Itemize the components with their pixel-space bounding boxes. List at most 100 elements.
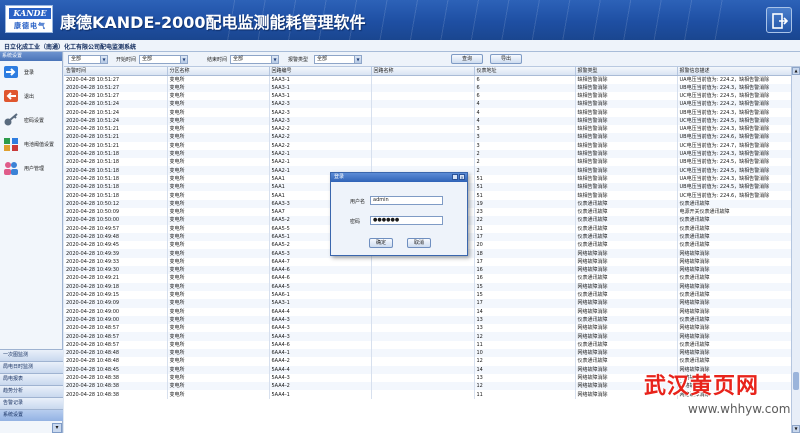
table-row[interactable]: 2020-04-28 10:49:00 变电所 6AA4-4 14 网络故障消除 网络故障…: [64, 307, 791, 316]
nav-item-realtime[interactable]: 局电日时监测: [0, 361, 63, 373]
table-cell: 缺相告警消除: [575, 149, 678, 159]
exit-button[interactable]: [766, 7, 792, 33]
table-cell: 2020-04-28 10:49:15: [64, 290, 168, 300]
table-cell: 2020-04-28 10:51:18: [64, 158, 168, 167]
sidebar-item-logout[interactable]: 退出: [0, 86, 63, 108]
table-row[interactable]: 2020-04-28 10:48:57 变电所 5AA4-3 12 网络故障消除 网络故障…: [64, 332, 791, 341]
ok-button[interactable]: 确定: [369, 238, 393, 248]
nav-item-trend[interactable]: 趋势分析: [0, 385, 63, 397]
table-row[interactable]: 2020-04-28 10:48:57 变电所 5AA4-6 11 仪表通讯故障 仪表通讯…: [64, 340, 791, 349]
minimize-icon[interactable]: _: [452, 174, 458, 180]
table-cell: 6AA4-3: [269, 315, 372, 325]
table-row[interactable]: 2020-04-28 10:49:18 变电所 6AA4-5 15 网络故障消除 网络故障…: [64, 282, 791, 291]
table-cell: 5AA2-3: [269, 116, 372, 125]
col-header-area[interactable]: 分区名称: [167, 67, 270, 76]
table-cell: 变电所: [167, 299, 270, 308]
col-header-circuit-name[interactable]: 回路名称: [371, 67, 475, 76]
sidebar-scroll-button[interactable]: ▾: [52, 423, 62, 433]
table-cell: 6: [474, 75, 576, 84]
table-cell: 缺相告警消除: [575, 75, 678, 84]
table-cell: UC电压当前值为: 224.5，缺相告警消除: [677, 116, 791, 125]
table-cell: 2020-04-28 10:48:38: [64, 373, 168, 383]
col-header-meter-address[interactable]: 仪表地址: [474, 67, 576, 76]
table-cell: 6AA4-7: [269, 257, 372, 267]
table-row[interactable]: 2020-04-28 10:51:18 变电所 5AA2-1 2 缺相告警消除 UA电压当…: [64, 149, 791, 159]
table-row[interactable]: 2020-04-28 10:48:57 变电所 6AA4-3 13 网络故障消除 网络故障…: [64, 324, 791, 333]
table-row[interactable]: 2020-04-28 10:51:21 变电所 5AA2-2 3 缺相告警消除 UA电压当…: [64, 124, 791, 134]
table-cell: 2020-04-28 10:49:33: [64, 257, 168, 267]
nav-item-alarm[interactable]: 告警记录: [0, 397, 63, 409]
alarm-type-select[interactable]: 全部 ▼: [314, 55, 362, 64]
table-row[interactable]: 2020-04-28 10:49:21 变电所 6AA4-6 16 仪表通讯故障 仪表通讯…: [64, 274, 791, 283]
table-row[interactable]: 2020-04-28 10:49:33 变电所 6AA4-7 17 网络故障消除 网络故障…: [64, 257, 791, 267]
sidebar-item-battery-settings[interactable]: 电池阈值设置: [0, 134, 63, 156]
table-cell: 5AA2-3: [269, 100, 372, 109]
users-icon: [4, 162, 18, 175]
table-cell: 变电所: [167, 266, 270, 275]
table-cell: 仪表通讯故障: [575, 199, 678, 208]
table-row[interactable]: 2020-04-28 10:49:00 变电所 6AA4-3 13 仪表通讯故障 仪表通讯…: [64, 315, 791, 325]
table-row[interactable]: 2020-04-28 10:49:30 变电所 6AA4-6 16 网络故障消除 网络故障…: [64, 266, 791, 275]
table-cell: [371, 365, 475, 374]
table-cell: 2020-04-28 10:48:48: [64, 349, 168, 358]
nav-item-diagram[interactable]: 一次图监测: [0, 349, 63, 361]
table-cell: 2020-04-28 10:49:21: [64, 274, 168, 283]
close-icon[interactable]: ×: [459, 174, 465, 180]
table-row[interactable]: 2020-04-28 10:51:27 变电所 5AA3-1 6 缺相告警消除 UB电压当…: [64, 83, 791, 92]
table-row[interactable]: 2020-04-28 10:49:09 变电所 5AA3-1 17 网络故障消除 网络故障…: [64, 299, 791, 308]
table-cell: 21: [474, 224, 576, 233]
sidebar-nav: 一次图监测 局电日时监测 局电报表 趋势分析 告警记录 系统设置: [0, 349, 63, 421]
table-cell: 变电所: [167, 249, 270, 258]
table-cell: 4: [474, 116, 576, 125]
table-row[interactable]: 2020-04-28 10:51:21 变电所 5AA2-2 3 缺相告警消除 UC电压当…: [64, 141, 791, 150]
password-input[interactable]: ●●●●●●: [370, 216, 443, 225]
scroll-up-icon[interactable]: ▲: [792, 67, 800, 75]
app-title: 康德KANDE-2000配电监测能耗管理软件: [60, 13, 366, 32]
sidebar-item-label: 登录: [24, 70, 35, 76]
table-row[interactable]: 2020-04-28 10:51:27 变电所 5AA3-1 6 缺相告警消除 UA电压当…: [64, 75, 791, 84]
sidebar-item-login[interactable]: 登录: [0, 62, 63, 84]
table-row[interactable]: 2020-04-28 10:51:24 变电所 5AA2-3 4 缺相告警消除 UC电压当…: [64, 116, 791, 125]
col-header-time[interactable]: 告警时间: [64, 67, 168, 76]
table-cell: 变电所: [167, 340, 270, 349]
nav-item-settings[interactable]: 系统设置: [0, 409, 63, 421]
table-cell: 缺相告警消除: [575, 174, 678, 184]
table-row[interactable]: 2020-04-28 10:49:15 变电所 5AA6-1 15 仪表通讯故障 仪表通讯…: [64, 290, 791, 300]
table-cell: 变电所: [167, 207, 270, 217]
end-time-select[interactable]: 全部 ▼: [230, 55, 279, 64]
table-cell: 2020-04-28 10:49:48: [64, 232, 168, 242]
table-row[interactable]: 2020-04-28 10:51:24 变电所 5AA2-3 4 缺相告警消除 UA电压当…: [64, 100, 791, 109]
col-header-description[interactable]: 报警信息描述: [677, 67, 791, 76]
sidebar-item-password[interactable]: 密码设置: [0, 110, 63, 132]
table-row[interactable]: 2020-04-28 10:51:18 变电所 5AA2-1 2 缺相告警消除 UB电压当…: [64, 158, 791, 167]
col-header-circuit-id[interactable]: 回路编号: [269, 67, 372, 76]
table-row[interactable]: 2020-04-28 10:51:27 变电所 5AA3-1 6 缺相告警消除 UC电压当…: [64, 91, 791, 101]
sidebar-item-users[interactable]: 用户管理: [0, 158, 63, 180]
nav-item-report[interactable]: 局电报表: [0, 373, 63, 385]
table-row[interactable]: 2020-04-28 10:51:24 变电所 5AA2-3 4 缺相告警消除 UB电压当…: [64, 108, 791, 117]
table-cell: 变电所: [167, 257, 270, 267]
username-input[interactable]: admin: [370, 196, 443, 205]
export-button[interactable]: 导出: [490, 54, 522, 64]
table-cell: 网络故障消除: [575, 257, 678, 267]
table-cell: [371, 83, 475, 92]
table-cell: UC电压当前值为: 224.5，缺相告警消除: [677, 91, 791, 101]
area-select[interactable]: 全部 ▼: [68, 55, 108, 64]
password-label: 密码: [350, 219, 361, 225]
table-cell: 网络故障消除: [677, 257, 791, 267]
table-cell: 2020-04-28 10:49:00: [64, 307, 168, 316]
table-cell: 变电所: [167, 324, 270, 333]
table-row[interactable]: 2020-04-28 10:51:21 变电所 5AA2-2 3 缺相告警消除 UB电压当…: [64, 133, 791, 142]
table-cell: 网络故障消除: [575, 349, 678, 358]
cancel-button[interactable]: 取消: [407, 238, 431, 248]
table-cell: UC电压当前值为: 224.6，缺相告警消除: [677, 191, 791, 200]
query-button[interactable]: 查询: [451, 54, 483, 64]
start-time-select[interactable]: 全部 ▼: [139, 55, 188, 64]
col-header-alarm-type[interactable]: 报警类型: [575, 67, 678, 76]
table-row[interactable]: 2020-04-28 10:48:48 变电所 6AA4-1 10 网络故障消除 网络故障…: [64, 349, 791, 358]
table-cell: 仪表通讯故障: [677, 241, 791, 250]
alarm-type-value: 全部: [317, 56, 328, 62]
table-row[interactable]: 2020-04-28 10:48:48 变电所 6AA4-2 12 仪表通讯故障 仪表通讯…: [64, 357, 791, 366]
sidebar-item-label: 用户管理: [24, 166, 45, 172]
table-cell: 5AA3-1: [269, 91, 372, 101]
